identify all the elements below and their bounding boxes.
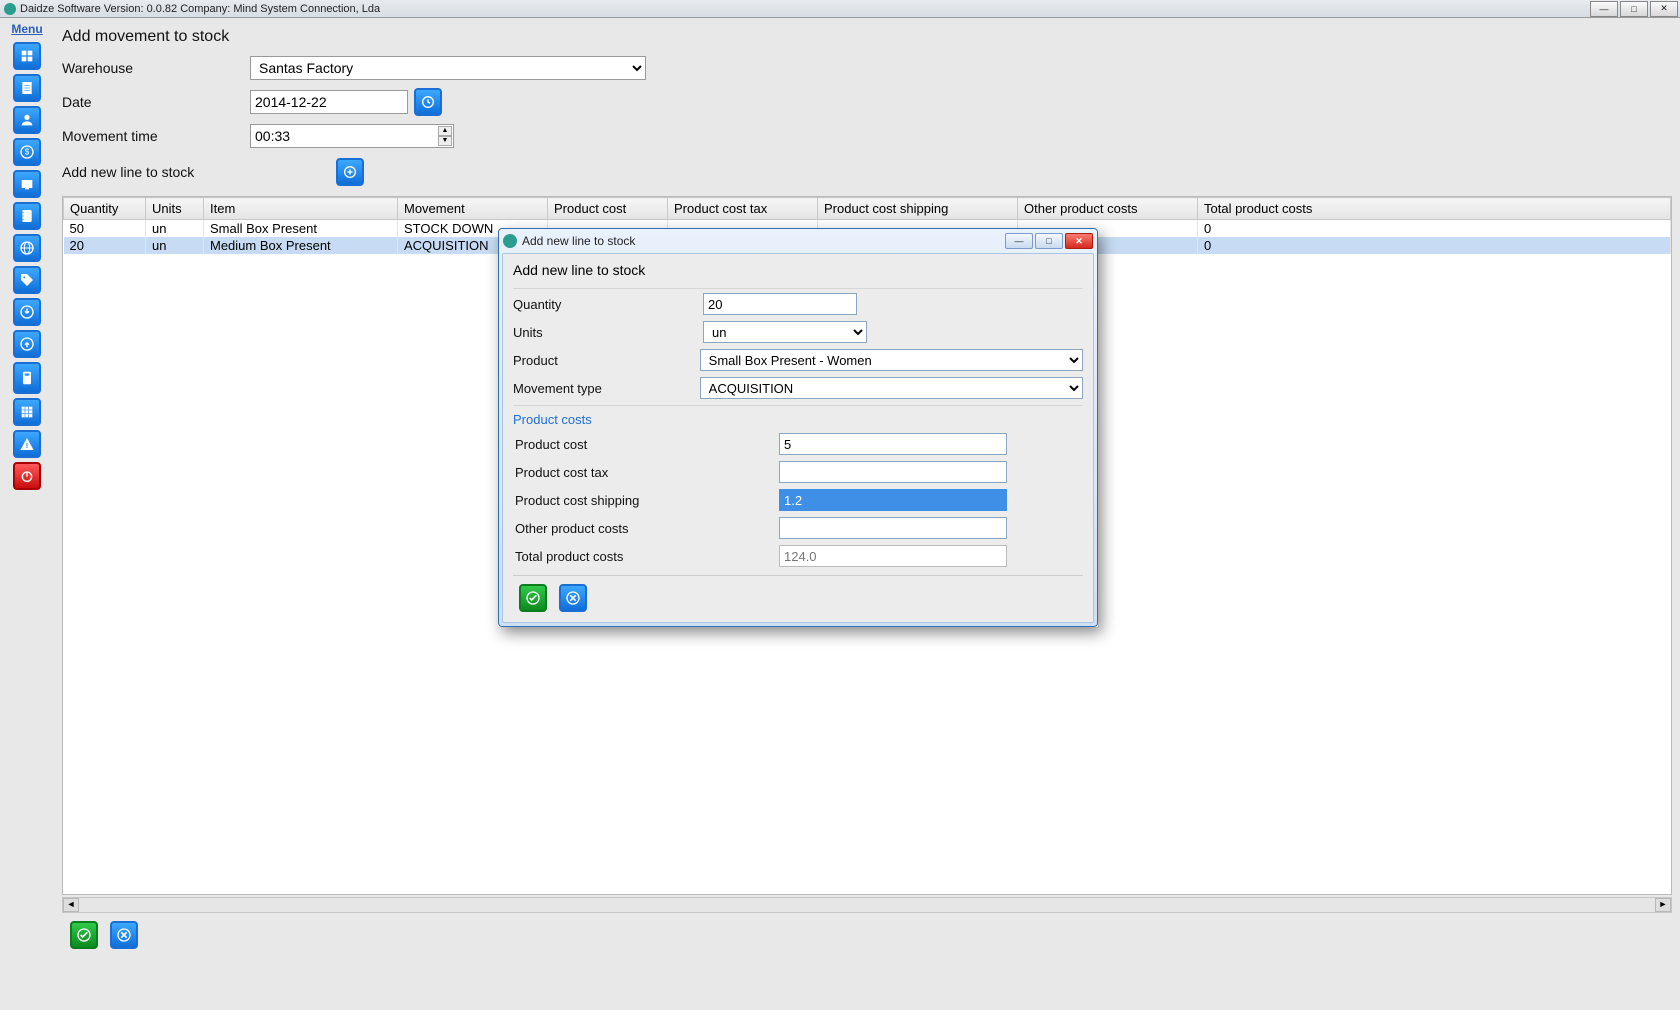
svg-text:!: ! [26,441,28,450]
col-item[interactable]: Item [204,198,398,220]
dialog-title: Add new line to stock [522,234,635,248]
sidebar-notebook-icon[interactable] [13,202,41,230]
dlg-ship-label: Product cost shipping [513,493,779,508]
minimize-button[interactable]: — [1590,1,1618,17]
app-icon [4,3,16,15]
sidebar-grid-icon[interactable] [13,398,41,426]
table-header-row: Quantity Units Item Movement Product cos… [64,198,1671,220]
warehouse-select[interactable]: Santas Factory [250,56,646,80]
sidebar-tag-icon[interactable] [13,266,41,294]
dlg-confirm-button[interactable] [519,584,547,612]
col-cost[interactable]: Product cost [548,198,668,220]
time-spinner-up[interactable]: ▲ [438,126,452,136]
scroll-left-icon[interactable]: ◄ [63,898,79,912]
sidebar: Menu $ ! [0,18,54,1010]
dlg-product-label: Product [513,353,700,368]
dlg-qty-input[interactable] [703,293,857,315]
maximize-button[interactable]: □ [1620,1,1648,17]
dialog-icon [503,234,517,248]
dlg-cost-input[interactable] [779,433,1007,455]
dlg-total-input [779,545,1007,567]
dlg-costs-section: Product costs [513,412,1083,427]
dialog-titlebar[interactable]: Add new line to stock — □ ✕ [499,229,1097,253]
close-button[interactable]: ✕ [1650,1,1678,17]
col-other[interactable]: Other product costs [1018,198,1198,220]
warehouse-label: Warehouse [62,60,250,76]
sidebar-dashboard-icon[interactable] [13,42,41,70]
add-line-button[interactable] [336,158,364,186]
time-input[interactable] [250,124,454,148]
col-quantity[interactable]: Quantity [64,198,146,220]
add-line-label: Add new line to stock [62,164,330,180]
dlg-units-select[interactable]: un [703,321,867,343]
scroll-right-icon[interactable]: ► [1655,898,1671,912]
col-total[interactable]: Total product costs [1198,198,1671,220]
date-picker-button[interactable] [414,88,442,116]
dlg-units-label: Units [513,325,703,340]
date-input[interactable] [250,90,408,114]
dlg-cancel-button[interactable] [559,584,587,612]
menu-label[interactable]: Menu [0,20,54,38]
dlg-tax-label: Product cost tax [513,465,779,480]
dlg-movtype-select[interactable]: ACQUISITION [700,377,1083,399]
time-label: Movement time [62,128,250,144]
dlg-movtype-label: Movement type [513,381,700,396]
col-units[interactable]: Units [146,198,204,220]
dlg-product-select[interactable]: Small Box Present - Women [700,349,1083,371]
sidebar-globe-icon[interactable] [13,234,41,262]
sidebar-download-icon[interactable] [13,298,41,326]
sidebar-money-icon[interactable]: $ [13,138,41,166]
dlg-other-input[interactable] [779,517,1007,539]
sidebar-user-icon[interactable] [13,106,41,134]
col-movement[interactable]: Movement [398,198,548,220]
svg-text:$: $ [25,148,30,157]
table-hscrollbar[interactable]: ◄ ► [62,897,1672,913]
col-ship[interactable]: Product cost shipping [818,198,1018,220]
sidebar-warning-icon[interactable]: ! [13,430,41,458]
cancel-button[interactable] [110,921,138,949]
add-line-dialog: Add new line to stock — □ ✕ Add new line… [498,228,1098,627]
dialog-close-button[interactable]: ✕ [1065,233,1093,249]
confirm-button[interactable] [70,921,98,949]
dlg-cost-label: Product cost [513,437,779,452]
sidebar-pos-icon[interactable] [13,170,41,198]
sidebar-device-icon[interactable] [13,362,41,394]
sidebar-upload-icon[interactable] [13,330,41,358]
dlg-ship-input[interactable] [779,489,1007,511]
sidebar-document-icon[interactable] [13,74,41,102]
window-titlebar: Daidze Software Version: 0.0.82 Company:… [0,0,1680,18]
window-title: Daidze Software Version: 0.0.82 Company:… [20,3,380,15]
dialog-minimize-button[interactable]: — [1005,233,1033,249]
dlg-tax-input[interactable] [779,461,1007,483]
dialog-header: Add new line to stock [513,262,1083,278]
dlg-other-label: Other product costs [513,521,779,536]
col-tax[interactable]: Product cost tax [668,198,818,220]
dialog-maximize-button[interactable]: □ [1035,233,1063,249]
dlg-qty-label: Quantity [513,297,703,312]
dlg-total-label: Total product costs [513,549,779,564]
page-title: Add movement to stock [62,28,1672,46]
date-label: Date [62,94,250,110]
time-spinner-down[interactable]: ▼ [438,136,452,146]
sidebar-power-icon[interactable] [13,462,41,490]
